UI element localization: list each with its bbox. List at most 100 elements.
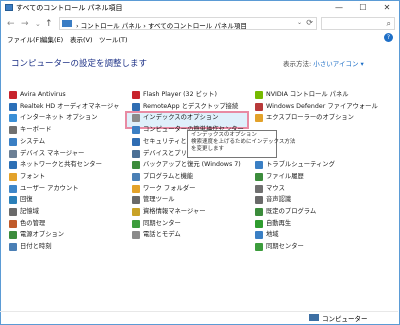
item-label: マウス xyxy=(266,184,285,192)
item-icon xyxy=(9,126,17,135)
item-icon xyxy=(255,231,263,240)
item-label: 既定のプログラム xyxy=(266,208,317,215)
item-label: RemoteApp とデスクトップ接続 xyxy=(143,102,239,110)
window-title: すべてのコントロール パネル項目 xyxy=(16,4,123,12)
status-text: コンピューター xyxy=(322,315,368,323)
minimize-button[interactable]: — xyxy=(327,1,351,15)
item-label: NVIDIA コントロール パネル xyxy=(266,91,349,98)
item-icon xyxy=(9,243,17,252)
item-label: 色の管理 xyxy=(20,219,46,227)
tooltip: インデックスのオプション 検索速度を上げるためにインデックス方法 を変更します xyxy=(187,130,296,158)
item-label: デバイス マネージャー xyxy=(20,149,85,157)
item-label: 電話とモデム xyxy=(143,231,181,239)
refresh-icon[interactable]: ⟳ xyxy=(306,18,313,27)
item-label: プログラムと機能 xyxy=(143,172,194,180)
item-icon xyxy=(132,149,140,158)
menu-edit[interactable]: 編集(E) xyxy=(41,34,63,44)
up-arrow-icon[interactable]: ↑ xyxy=(45,18,53,30)
item-label: 同期センター xyxy=(143,219,181,227)
item-icon xyxy=(132,208,140,216)
item-label: システム xyxy=(20,137,45,145)
tooltip-title: インデックスのオプション xyxy=(191,132,257,138)
menu-view[interactable]: 表示(V) xyxy=(70,34,93,44)
item-label: フォント xyxy=(20,172,46,180)
window: すべてのコントロール パネル項目 — ☐ ✕ ← → ⌄ ↑ › コントロール … xyxy=(0,0,400,325)
item-label: キーボード xyxy=(20,126,52,134)
menu-tools[interactable]: ツール(T) xyxy=(99,34,128,44)
item-label: ユーザー アカウント xyxy=(20,184,79,192)
item-label: 地域 xyxy=(266,231,279,239)
item-label: 自動再生 xyxy=(266,219,292,227)
close-button[interactable]: ✕ xyxy=(375,1,399,15)
item-label: バックアップと復元 (Windows 7) xyxy=(143,161,241,169)
tooltip-line: を変更します xyxy=(191,146,225,152)
item-label: トラブルシューティング xyxy=(266,161,335,169)
item-icon xyxy=(132,91,140,99)
search-icon: ⌕ xyxy=(386,19,391,28)
item-icon xyxy=(132,196,140,205)
menu-file[interactable]: ファイル(F) xyxy=(7,34,42,44)
item-label: 音声認識 xyxy=(266,196,292,204)
view-by: 表示方法: 小さいアイコン ▾ xyxy=(283,58,364,68)
item-icon xyxy=(9,137,17,146)
item-icon xyxy=(9,184,17,193)
item-label: インデックスのオプション xyxy=(143,114,219,122)
item-icon xyxy=(9,208,17,216)
control-panel-icon xyxy=(62,20,72,27)
back-arrow-icon[interactable]: ← xyxy=(7,18,15,30)
item-icon xyxy=(132,219,140,228)
item-icon xyxy=(255,161,263,170)
forward-arrow-icon[interactable]: → xyxy=(21,18,29,30)
item-icon xyxy=(255,243,263,252)
control-panel-icon xyxy=(5,4,13,11)
item-icon xyxy=(132,172,140,181)
item-label: インターネット オプション xyxy=(20,114,98,122)
title-bar: すべてのコントロール パネル項目 — ☐ ✕ xyxy=(1,1,399,15)
item-icon xyxy=(9,172,17,181)
item-icon xyxy=(9,161,17,170)
page-title: コンピューターの設定を調整します xyxy=(11,59,148,69)
tooltip-line: 検索速度を上げるためにインデックス方法 xyxy=(191,139,296,145)
item-icon xyxy=(132,161,140,170)
breadcrumb[interactable]: › コントロール パネル › すべてのコントロール パネル項目 xyxy=(76,20,247,30)
item-icon xyxy=(255,91,263,99)
address-bar[interactable]: › コントロール パネル › すべてのコントロール パネル項目 ⌄ ⟳ xyxy=(59,17,317,30)
recent-locations-dropdown-icon[interactable]: ⌄ xyxy=(35,18,41,30)
item-icon xyxy=(255,208,263,216)
item-icon xyxy=(255,102,263,111)
item-icon xyxy=(255,196,263,205)
item-icon xyxy=(9,196,17,205)
item-icon xyxy=(255,172,263,181)
item-label: 回復 xyxy=(20,196,33,204)
item-icon xyxy=(132,231,140,240)
item-label: エクスプローラーのオプション xyxy=(266,114,354,122)
item-label: Windows Defender ファイアウォール xyxy=(266,102,378,110)
item-icon xyxy=(9,102,17,111)
item-label: 資格情報マネージャー xyxy=(143,208,206,215)
item-icon xyxy=(255,219,263,228)
item-label: ワーク フォルダー xyxy=(143,184,196,192)
item-icon xyxy=(9,231,17,240)
item-label: 日付と時刻 xyxy=(20,243,52,251)
address-dropdown-icon[interactable]: ⌄ xyxy=(297,19,302,26)
item-label: Realtek HD オーディオマネージャ xyxy=(20,102,120,110)
item-label: 同期センター xyxy=(266,243,304,251)
status-bar: コンピューター xyxy=(0,311,398,324)
item-icon xyxy=(132,126,140,135)
item-label: 管理ツール xyxy=(143,196,175,204)
item-label: ファイル履歴 xyxy=(266,172,304,180)
navigation-bar: ← → ⌄ ↑ › コントロール パネル › すべてのコントロール パネル項目 … xyxy=(1,15,399,33)
help-icon[interactable]: ? xyxy=(384,33,393,42)
search-input[interactable]: ⌕ xyxy=(321,17,395,30)
item-label: ネットワークと共有センター xyxy=(20,161,102,169)
view-by-dropdown[interactable]: 小さいアイコン ▾ xyxy=(313,60,364,68)
view-by-label: 表示方法: xyxy=(283,60,312,68)
menu-bar: ファイル(F) 編集(E) 表示(V) ツール(T) ? xyxy=(1,33,399,45)
item-icon xyxy=(9,91,17,99)
item-icon xyxy=(132,102,140,111)
item-label: 電源オプション xyxy=(20,231,65,239)
item-icon xyxy=(9,114,17,123)
computer-icon xyxy=(309,314,319,321)
maximize-button[interactable]: ☐ xyxy=(351,1,375,15)
item-label: 記憶域 xyxy=(20,208,39,215)
